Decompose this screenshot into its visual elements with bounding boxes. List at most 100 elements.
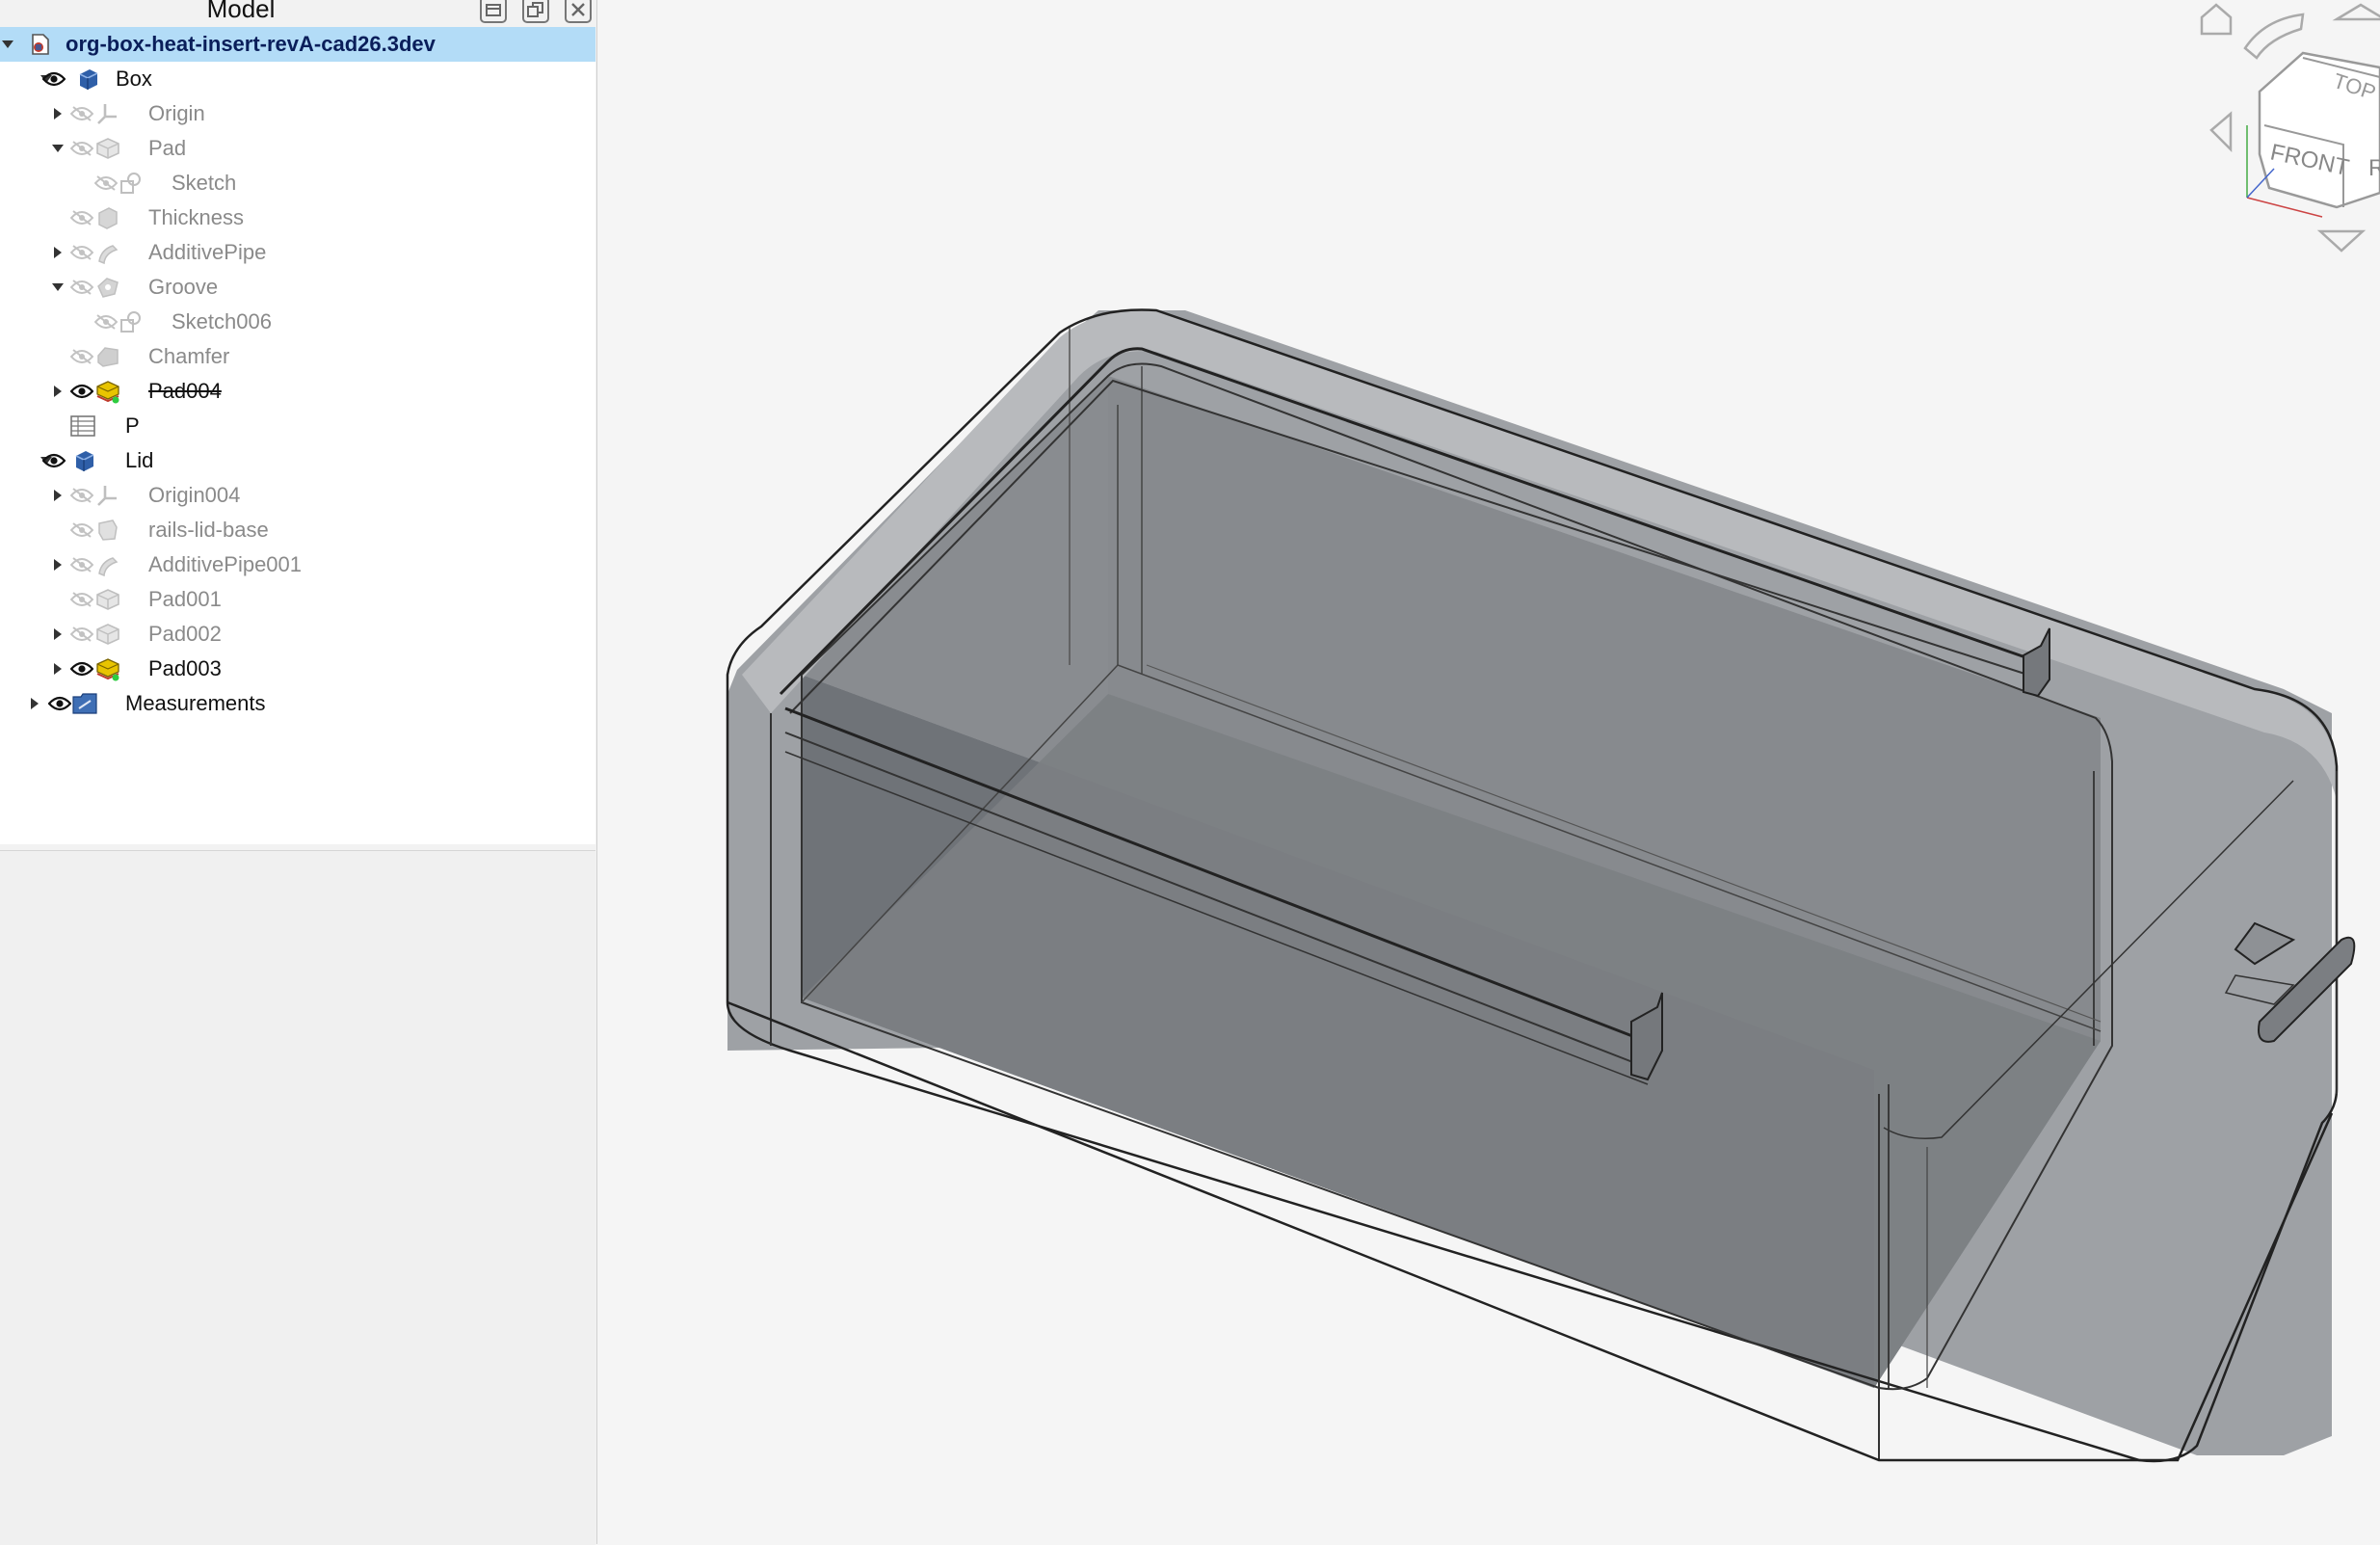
visibility-eye-icon[interactable] xyxy=(67,513,96,547)
tree-item-additivepipe001[interactable]: AdditivePipe001 xyxy=(0,547,595,582)
tree-item-measurements[interactable]: Measurements xyxy=(0,686,595,721)
tree-item-label: Origin xyxy=(148,101,205,125)
tree-item-p[interactable]: P xyxy=(0,409,595,443)
pad-icon xyxy=(93,617,122,652)
origin-icon xyxy=(93,478,122,513)
thickness-icon xyxy=(93,200,122,235)
visibility-eye-icon[interactable] xyxy=(67,96,96,131)
restore-icon xyxy=(527,2,543,17)
visibility-eye-icon[interactable] xyxy=(67,652,96,686)
model-panel: Model org-box-heat-insert-revA-cad26.3de… xyxy=(0,0,597,1545)
pad-icon xyxy=(93,374,122,409)
close-icon xyxy=(571,3,585,16)
panel-restore-button[interactable] xyxy=(522,0,549,23)
measurement-group-icon xyxy=(70,686,99,721)
pad-icon xyxy=(93,652,122,686)
tree-item-label: rails-lid-base xyxy=(148,518,269,542)
tree-item-box[interactable]: Box xyxy=(0,62,595,96)
tree-item-thickness[interactable]: Thickness xyxy=(0,200,595,235)
pad-icon xyxy=(93,582,122,617)
3d-viewport[interactable]: TOP FRONT R xyxy=(597,0,2380,1544)
panel-header: Model xyxy=(0,0,597,23)
expand-arrow-icon[interactable] xyxy=(50,374,66,409)
tree-item-label: Lid xyxy=(125,448,154,472)
tree-item-label: Pad001 xyxy=(148,587,222,611)
visibility-eye-icon[interactable] xyxy=(67,582,96,617)
tree-item-label: Sketch006 xyxy=(172,309,272,333)
expand-arrow-icon[interactable] xyxy=(50,270,66,305)
expand-arrow-icon[interactable] xyxy=(50,131,66,166)
tree-item-groove[interactable]: Groove xyxy=(0,270,595,305)
expand-arrow-icon[interactable] xyxy=(0,27,15,62)
additive-pipe-icon xyxy=(93,235,122,270)
navigation-cube[interactable]: TOP FRONT R xyxy=(2200,3,2380,253)
float-icon xyxy=(486,4,501,16)
additive-pipe-icon xyxy=(93,547,122,582)
body-icon xyxy=(74,62,103,96)
visibility-eye-icon[interactable] xyxy=(67,131,96,166)
tree-item-label: Pad004 xyxy=(148,379,222,403)
tree-item-label: AdditivePipe001 xyxy=(148,552,303,576)
visibility-eye-icon[interactable] xyxy=(67,339,96,374)
visibility-eye-icon[interactable] xyxy=(67,617,96,652)
expand-arrow-icon[interactable] xyxy=(50,235,66,270)
expand-arrow-icon[interactable] xyxy=(50,96,66,131)
navcube-right-label[interactable]: R xyxy=(2368,155,2380,181)
tree-item-pad004[interactable]: Pad004 xyxy=(0,374,595,409)
visibility-eye-icon[interactable] xyxy=(67,374,96,409)
sketch-icon xyxy=(117,166,145,200)
expand-arrow-icon[interactable] xyxy=(50,478,66,513)
origin-icon xyxy=(93,96,122,131)
tree-item-lid[interactable]: Lid xyxy=(0,443,595,478)
tree-item-label: Box xyxy=(116,67,152,91)
visibility-eye-icon[interactable] xyxy=(67,547,96,582)
expand-arrow-icon[interactable] xyxy=(27,686,42,721)
document-icon xyxy=(25,27,54,62)
chamfer-icon xyxy=(93,339,122,374)
tree-item-label: Pad002 xyxy=(148,622,222,646)
tree-item-pad[interactable]: Pad xyxy=(0,131,595,166)
visibility-eye-icon[interactable] xyxy=(67,478,96,513)
tree-item-pad002[interactable]: Pad002 xyxy=(0,617,595,652)
tree-item-pad001[interactable]: Pad001 xyxy=(0,582,595,617)
tree-item-pad003[interactable]: Pad003 xyxy=(0,652,595,686)
tree-item-origin[interactable]: Origin xyxy=(0,96,595,131)
tree-item-label: Origin004 xyxy=(148,483,241,507)
tree-item-origin004[interactable]: Origin004 xyxy=(0,478,595,513)
body-icon xyxy=(70,443,99,478)
expand-arrow-icon[interactable] xyxy=(50,617,66,652)
tree-root-document[interactable]: org-box-heat-insert-revA-cad26.3dev xyxy=(0,27,595,62)
tree-item-label: Thickness xyxy=(148,205,245,229)
visibility-eye-icon[interactable] xyxy=(67,270,96,305)
expand-arrow-icon[interactable] xyxy=(50,652,66,686)
tree-item-chamfer[interactable]: Chamfer xyxy=(0,339,595,374)
tree-item-additivepipe[interactable]: AdditivePipe xyxy=(0,235,595,270)
sketch-icon xyxy=(117,305,145,339)
tree-item-label: Chamfer xyxy=(148,344,230,368)
tree-item-label: AdditivePipe xyxy=(148,240,267,264)
property-view xyxy=(0,850,595,1545)
visibility-eye-icon[interactable] xyxy=(40,443,68,478)
tree-item-label: Groove xyxy=(148,275,219,299)
visibility-eye-icon[interactable] xyxy=(67,200,96,235)
panel-close-button[interactable] xyxy=(565,0,592,23)
shapebinder-icon xyxy=(93,513,122,547)
panel-title: Model xyxy=(206,0,276,23)
visibility-eye-icon[interactable] xyxy=(40,62,68,96)
tree-item-label: Pad xyxy=(148,136,187,160)
tree-item-label: Sketch xyxy=(172,171,237,195)
spreadsheet-icon xyxy=(68,409,97,443)
expand-arrow-icon[interactable] xyxy=(50,547,66,582)
tree-item-sketch006[interactable]: Sketch006 xyxy=(0,305,595,339)
tree-item-label: P xyxy=(125,413,140,438)
groove-icon xyxy=(93,270,122,305)
tree-root-label: org-box-heat-insert-revA-cad26.3dev xyxy=(66,32,436,56)
model-tree[interactable]: org-box-heat-insert-revA-cad26.3dev Box Or… xyxy=(0,27,595,844)
tree-item-label: Pad003 xyxy=(148,656,222,680)
pad-icon xyxy=(93,131,122,166)
panel-float-button[interactable] xyxy=(480,0,507,23)
box-model-render[interactable]: TOP FRONT R xyxy=(597,0,2380,1544)
tree-item-sketch[interactable]: Sketch xyxy=(0,166,595,200)
tree-item-rails-lid-base[interactable]: rails-lid-base xyxy=(0,513,595,547)
visibility-eye-icon[interactable] xyxy=(67,235,96,270)
